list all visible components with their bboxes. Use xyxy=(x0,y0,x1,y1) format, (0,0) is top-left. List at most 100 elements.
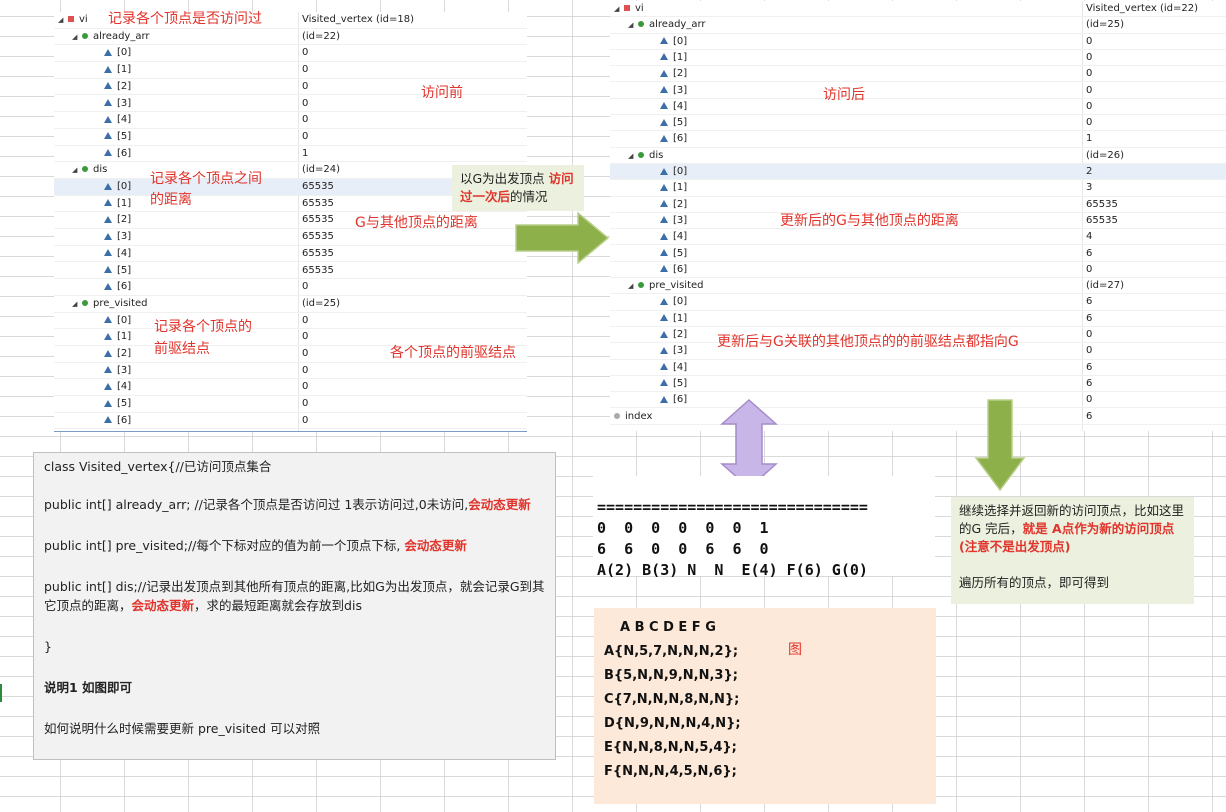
variable-row[interactable]: [5] 0 xyxy=(54,129,527,146)
variable-row[interactable]: [3] 0 xyxy=(54,363,527,380)
variable-row[interactable]: [6] 0 xyxy=(54,413,527,430)
triangle-icon xyxy=(660,69,668,77)
variable-value: (id=25) xyxy=(1086,19,1125,31)
variable-name-text: [3] xyxy=(117,97,132,109)
variable-name-text: [6] xyxy=(117,414,132,426)
variable-name: ◢ vi xyxy=(614,3,644,14)
variable-row[interactable]: [6] 1 xyxy=(610,131,1226,148)
expand-toggle-icon[interactable]: ◢ xyxy=(72,300,82,308)
triangle-icon xyxy=(660,37,668,45)
variable-row[interactable]: [6] 1 xyxy=(54,146,527,163)
console-separator: ============================== xyxy=(597,498,868,516)
variable-name-text: [0] xyxy=(673,296,688,308)
triangle-icon xyxy=(660,86,668,93)
variable-row[interactable]: [5] 65535 xyxy=(54,263,527,280)
variable-row[interactable]: [5] 6 xyxy=(610,376,1226,393)
annotation-pre-each: 各个顶点的前驱结点 xyxy=(390,345,516,361)
variable-row[interactable]: [1] 6 xyxy=(610,311,1226,327)
arrow-down-icon xyxy=(974,399,1026,492)
variable-name: [0] xyxy=(660,296,687,307)
variable-row[interactable]: [0] 0 xyxy=(54,45,527,63)
variable-row[interactable]: [6] 0 xyxy=(610,262,1226,279)
variable-name-text: [0] xyxy=(117,314,132,326)
triangle-icon xyxy=(660,102,668,110)
variable-row[interactable]: ◢ already_arr (id=25) xyxy=(610,17,1226,34)
variable-name: [5] xyxy=(660,248,687,259)
expand-toggle-icon[interactable]: ◢ xyxy=(628,21,638,29)
variable-row[interactable]: index 6 xyxy=(610,409,1226,425)
variable-name: [0] xyxy=(660,166,687,177)
variable-name-text: [6] xyxy=(673,394,688,406)
variable-name: [3] xyxy=(660,215,687,226)
triangle-icon xyxy=(104,416,112,424)
variable-row[interactable]: [1] 0 xyxy=(610,50,1226,67)
variable-name-text: [2] xyxy=(117,348,132,359)
variable-value: 65535 xyxy=(302,181,334,192)
variable-name-text: dis xyxy=(649,149,664,161)
variable-row[interactable]: ◢ pre_visited (id=27) xyxy=(610,278,1226,295)
expand-toggle-icon[interactable]: ◢ xyxy=(628,282,638,290)
variable-row[interactable]: [6] 0 xyxy=(610,392,1226,409)
variable-row[interactable]: [0] 0 xyxy=(54,313,527,330)
variable-row[interactable]: [2] 0 xyxy=(610,66,1226,83)
variable-row[interactable]: [5] 0 xyxy=(610,115,1226,132)
expand-toggle-icon[interactable]: ◢ xyxy=(72,33,82,41)
expand-toggle-icon[interactable]: ◢ xyxy=(72,166,82,174)
variable-value: 0 xyxy=(302,381,309,393)
variable-row[interactable]: [0] 6 xyxy=(610,294,1226,311)
row-selection-marker xyxy=(0,684,2,702)
matrix-row: A{N,5,7,N,N,N,2}; xyxy=(604,644,739,659)
variable-name-text: [6] xyxy=(673,263,688,275)
variable-value: 2 xyxy=(1086,166,1093,177)
variable-name-text: [1] xyxy=(117,197,132,209)
expand-toggle-icon[interactable]: ◢ xyxy=(628,152,638,160)
variable-value: 0 xyxy=(1086,117,1093,129)
variable-name-text: [1] xyxy=(117,64,132,76)
code-line-pre-visited: public int[] pre_visited;//每个下标对应的值为前一个顶… xyxy=(44,538,467,553)
variable-row[interactable]: [6] 0 xyxy=(54,279,527,296)
triangle-icon xyxy=(104,199,112,207)
expand-toggle-icon[interactable]: ◢ xyxy=(58,16,68,24)
variable-row[interactable]: [5] 6 xyxy=(610,246,1226,262)
variable-row[interactable]: [4] 0 xyxy=(54,379,527,397)
variable-value: 65535 xyxy=(302,197,334,209)
variable-name-text: [5] xyxy=(673,377,688,389)
variable-name: [1] xyxy=(104,331,131,342)
variable-name: [2] xyxy=(660,68,687,79)
variable-row[interactable]: [4] 65535 xyxy=(54,246,527,263)
triangle-icon xyxy=(660,330,668,338)
code-line-close: } xyxy=(44,639,52,654)
variable-name: [2] xyxy=(104,348,131,359)
variable-row[interactable]: ◢ pre_visited (id=25) xyxy=(54,296,527,313)
console-line: 0 0 0 0 0 0 1 xyxy=(597,519,769,537)
expand-toggle-icon[interactable]: ◢ xyxy=(614,5,624,13)
triangle-icon xyxy=(104,65,112,73)
variable-row[interactable]: [1] 0 xyxy=(54,62,527,79)
variable-value: 65535 xyxy=(302,214,334,226)
variable-value: 65535 xyxy=(1086,214,1118,226)
variable-row[interactable]: [0] 2 xyxy=(610,164,1226,181)
variable-row[interactable]: ◢ vi Visited_vertex (id=22) xyxy=(610,1,1226,18)
variable-name: [1] xyxy=(104,198,131,209)
annotation-dis-1: 记录各个顶点之间 xyxy=(150,171,262,187)
variable-value: 0 xyxy=(1086,100,1093,112)
variable-row[interactable]: [5] 0 xyxy=(54,396,527,413)
variable-row[interactable]: [1] 3 xyxy=(610,180,1226,197)
variable-value: 6 xyxy=(1086,410,1093,422)
variable-row[interactable]: [4] 0 xyxy=(54,112,527,129)
variable-value: 0 xyxy=(302,64,309,76)
variable-value: 0 xyxy=(302,97,309,109)
variable-row[interactable]: ◢ dis (id=26) xyxy=(610,148,1226,164)
variable-value: Visited_vertex (id=22) xyxy=(1086,3,1199,14)
triangle-icon xyxy=(104,215,112,223)
variable-name-text: [2] xyxy=(673,329,688,340)
variable-row[interactable]: [3] 0 xyxy=(610,83,1226,99)
variable-row[interactable]: [4] 0 xyxy=(610,99,1226,116)
variable-row[interactable]: [0] 0 xyxy=(610,34,1226,50)
variable-name: [6] xyxy=(660,394,687,405)
variable-row[interactable]: ◢ already_arr (id=22) xyxy=(54,29,527,46)
variable-row[interactable]: [4] 6 xyxy=(610,360,1226,376)
variable-name: [6] xyxy=(660,133,687,144)
variable-name-text: [1] xyxy=(673,312,688,324)
triangle-icon xyxy=(104,399,112,407)
